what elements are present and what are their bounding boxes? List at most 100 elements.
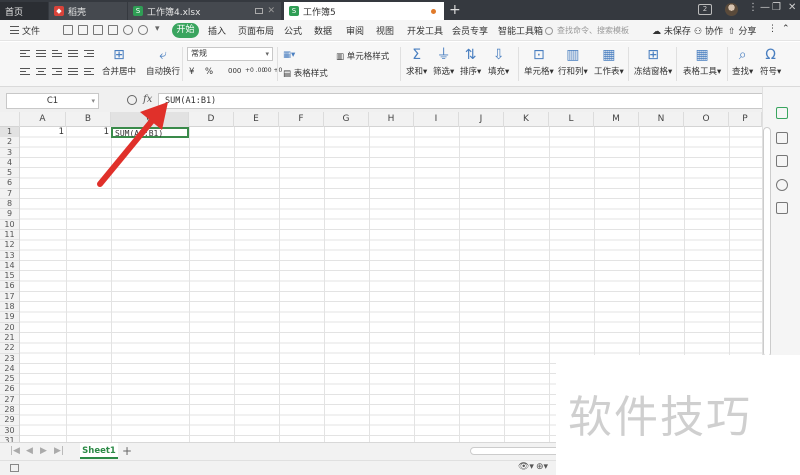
select-pointer-icon[interactable] (776, 132, 788, 144)
cell-button[interactable]: ⊡ 单元格▾ (524, 47, 554, 77)
align-bottom-icon[interactable] (52, 50, 62, 59)
row-header[interactable]: 29 (0, 415, 19, 426)
row-header[interactable]: 14 (0, 261, 19, 272)
column-header[interactable]: I (414, 112, 459, 127)
fill-button[interactable]: ⇩ 填充▾ (488, 47, 509, 77)
select-all-corner[interactable] (0, 112, 20, 127)
row-header[interactable]: 26 (0, 384, 19, 395)
row-header[interactable]: 4 (0, 158, 19, 169)
row-header[interactable]: 3 (0, 148, 19, 158)
close-window-icon[interactable]: ✕ (788, 2, 796, 13)
formula-input[interactable]: SUM(A1:B1) (158, 93, 771, 109)
row-header[interactable]: 24 (0, 364, 19, 375)
row-header[interactable]: 17 (0, 292, 19, 303)
wrap-text-button[interactable]: ⤶ 自动换行 (146, 47, 180, 77)
screen-icon[interactable] (255, 8, 263, 14)
prev-sheet-icon[interactable]: ◀ (26, 446, 33, 456)
sort-button[interactable]: ⇅ 排序▾ (460, 47, 481, 77)
row-header[interactable]: 23 (0, 354, 19, 364)
column-header[interactable]: G (324, 112, 369, 127)
last-sheet-icon[interactable]: ▶| (54, 446, 64, 456)
distributed-icon[interactable] (68, 68, 78, 77)
filter-button[interactable]: ⏚ 筛选▾ (433, 47, 454, 77)
menu-member[interactable]: 会员专享 (452, 24, 488, 37)
tab-workbook4[interactable]: S 工作簿4.xlsx ✕ (128, 2, 281, 20)
name-box[interactable]: C1 (6, 93, 99, 109)
column-header[interactable]: H (369, 112, 414, 127)
row-header[interactable]: 21 (0, 333, 19, 344)
zoom-lookup-icon[interactable] (127, 95, 137, 105)
row-header[interactable]: 1 (0, 127, 19, 138)
row-header[interactable]: 25 (0, 374, 19, 385)
align-left-icon[interactable] (20, 68, 30, 77)
redo-icon[interactable] (138, 25, 148, 35)
tab-daoke[interactable]: ◆ 稻壳 (49, 2, 127, 20)
row-col-button[interactable]: ▥ 行和列▾ (558, 47, 588, 77)
add-sheet-icon[interactable]: + (122, 444, 132, 458)
property-icon[interactable] (776, 155, 788, 167)
folder-icon[interactable] (63, 25, 73, 35)
unsaved-status[interactable]: ☁ 未保存 (652, 24, 691, 37)
row-header[interactable]: 28 (0, 405, 19, 416)
column-header[interactable]: J (459, 112, 504, 127)
outdent-icon[interactable] (84, 68, 94, 77)
row-header[interactable]: 30 (0, 426, 19, 436)
align-justify-icon[interactable] (68, 50, 78, 59)
number-format-select[interactable]: 常规 (187, 47, 273, 61)
column-header[interactable]: K (504, 112, 549, 127)
column-header[interactable]: D (189, 112, 234, 127)
collapse-ribbon-icon[interactable]: ⌃ (782, 24, 790, 34)
input-method-icon[interactable]: ⊕▾ (536, 462, 548, 472)
column-header[interactable]: A (20, 112, 66, 127)
sum-button[interactable]: Σ 求和▾ (406, 47, 427, 77)
table-tools-button[interactable]: ▦ 表格工具▾ (683, 47, 721, 77)
vertical-scrollbar[interactable] (763, 127, 771, 357)
cell-a1[interactable]: 1 (20, 127, 66, 138)
decrease-decimal-button[interactable]: .00 +0 (262, 67, 282, 74)
cell-b1[interactable]: 1 (66, 127, 111, 138)
row-header[interactable]: 7 (0, 189, 19, 200)
menu-insert[interactable]: 插入 (208, 24, 226, 37)
table-style-button[interactable]: ▤ 表格样式 (283, 67, 328, 79)
column-header[interactable]: C (111, 112, 189, 127)
cell-style-button[interactable]: ▥ 单元格样式 (336, 50, 389, 62)
menu-dev-tools[interactable]: 开发工具 (407, 24, 443, 37)
column-header[interactable]: P (729, 112, 762, 127)
close-tab-icon[interactable]: ✕ (267, 6, 275, 16)
symbol-button[interactable]: Ω 符号▾ (760, 47, 781, 77)
freeze-panes-button[interactable]: ⊞ 冻结窗格▾ (634, 47, 672, 77)
row-header[interactable]: 9 (0, 209, 19, 220)
worksheet-button[interactable]: ▦ 工作表▾ (594, 47, 624, 77)
row-header[interactable]: 12 (0, 240, 19, 251)
eye-protect-icon[interactable]: 👁▾ (518, 462, 534, 472)
share-button[interactable]: ⇧ 分享 (728, 24, 756, 37)
percent-button[interactable]: % (205, 67, 213, 77)
cell-c1-editing[interactable]: SUM(A1:B1) (111, 127, 189, 138)
find-button[interactable]: ⌕ 查找▾ (732, 47, 753, 77)
row-header[interactable]: 13 (0, 251, 19, 261)
menu-review[interactable]: 审阅 (346, 24, 364, 37)
row-header[interactable]: 8 (0, 199, 19, 210)
more-quick-icon[interactable]: ▾ (155, 24, 160, 34)
print-icon[interactable] (93, 25, 103, 35)
tab-home[interactable]: 首页 (0, 2, 48, 20)
help-icon[interactable] (776, 179, 788, 191)
first-sheet-icon[interactable]: |◀ (10, 446, 20, 456)
column-header[interactable]: E (234, 112, 279, 127)
minimize-icon[interactable]: — (760, 2, 770, 13)
column-header[interactable]: O (684, 112, 729, 127)
align-top-icon[interactable] (20, 50, 30, 59)
quick-tools-icon[interactable] (776, 107, 788, 119)
align-right-icon[interactable] (52, 68, 62, 77)
column-header[interactable]: L (549, 112, 594, 127)
next-sheet-icon[interactable]: ▶ (40, 446, 47, 456)
row-header[interactable]: 10 (0, 220, 19, 230)
conditional-format-icon[interactable]: ▦▾ (283, 50, 295, 60)
tab-workbook5[interactable]: S 工作簿5 (284, 2, 444, 20)
options-icon[interactable]: ⋮ (748, 2, 758, 13)
menu-data[interactable]: 数据 (314, 24, 332, 37)
macro-record-icon[interactable] (10, 464, 19, 472)
menu-more-icon[interactable]: › (533, 24, 537, 34)
more-options-icon[interactable]: ⋮ (768, 24, 777, 34)
menu-page-layout[interactable]: 页面布局 (238, 24, 274, 37)
